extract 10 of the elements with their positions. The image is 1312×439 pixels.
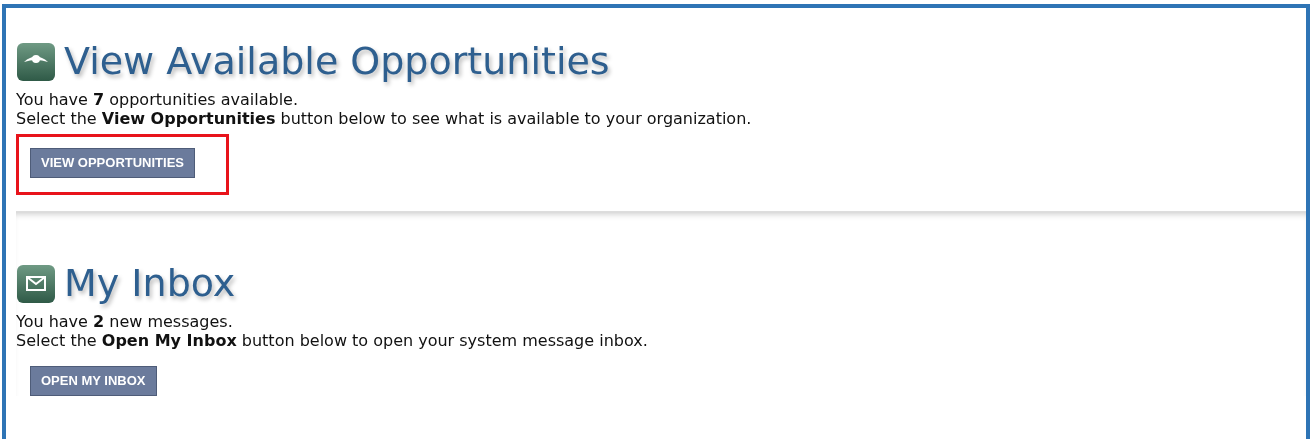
envelope-icon [16,264,56,304]
info-text: Select the View Opportunities button below to see what is available to your organization. [16,109,753,128]
eye-icon [16,42,56,82]
info-text: Select the Open My Inbox button below to open your system message inbox. [16,331,649,350]
info-text: You have 7 opportunities available. [16,90,299,109]
section-title: My Inbox [64,264,236,304]
action-button[interactable]: OPEN MY INBOX [30,366,157,396]
info-text: You have 2 new messages. [16,312,234,331]
section-title: View Available Opportunities [64,42,610,82]
action-button[interactable]: VIEW OPPORTUNITIES [30,148,195,178]
